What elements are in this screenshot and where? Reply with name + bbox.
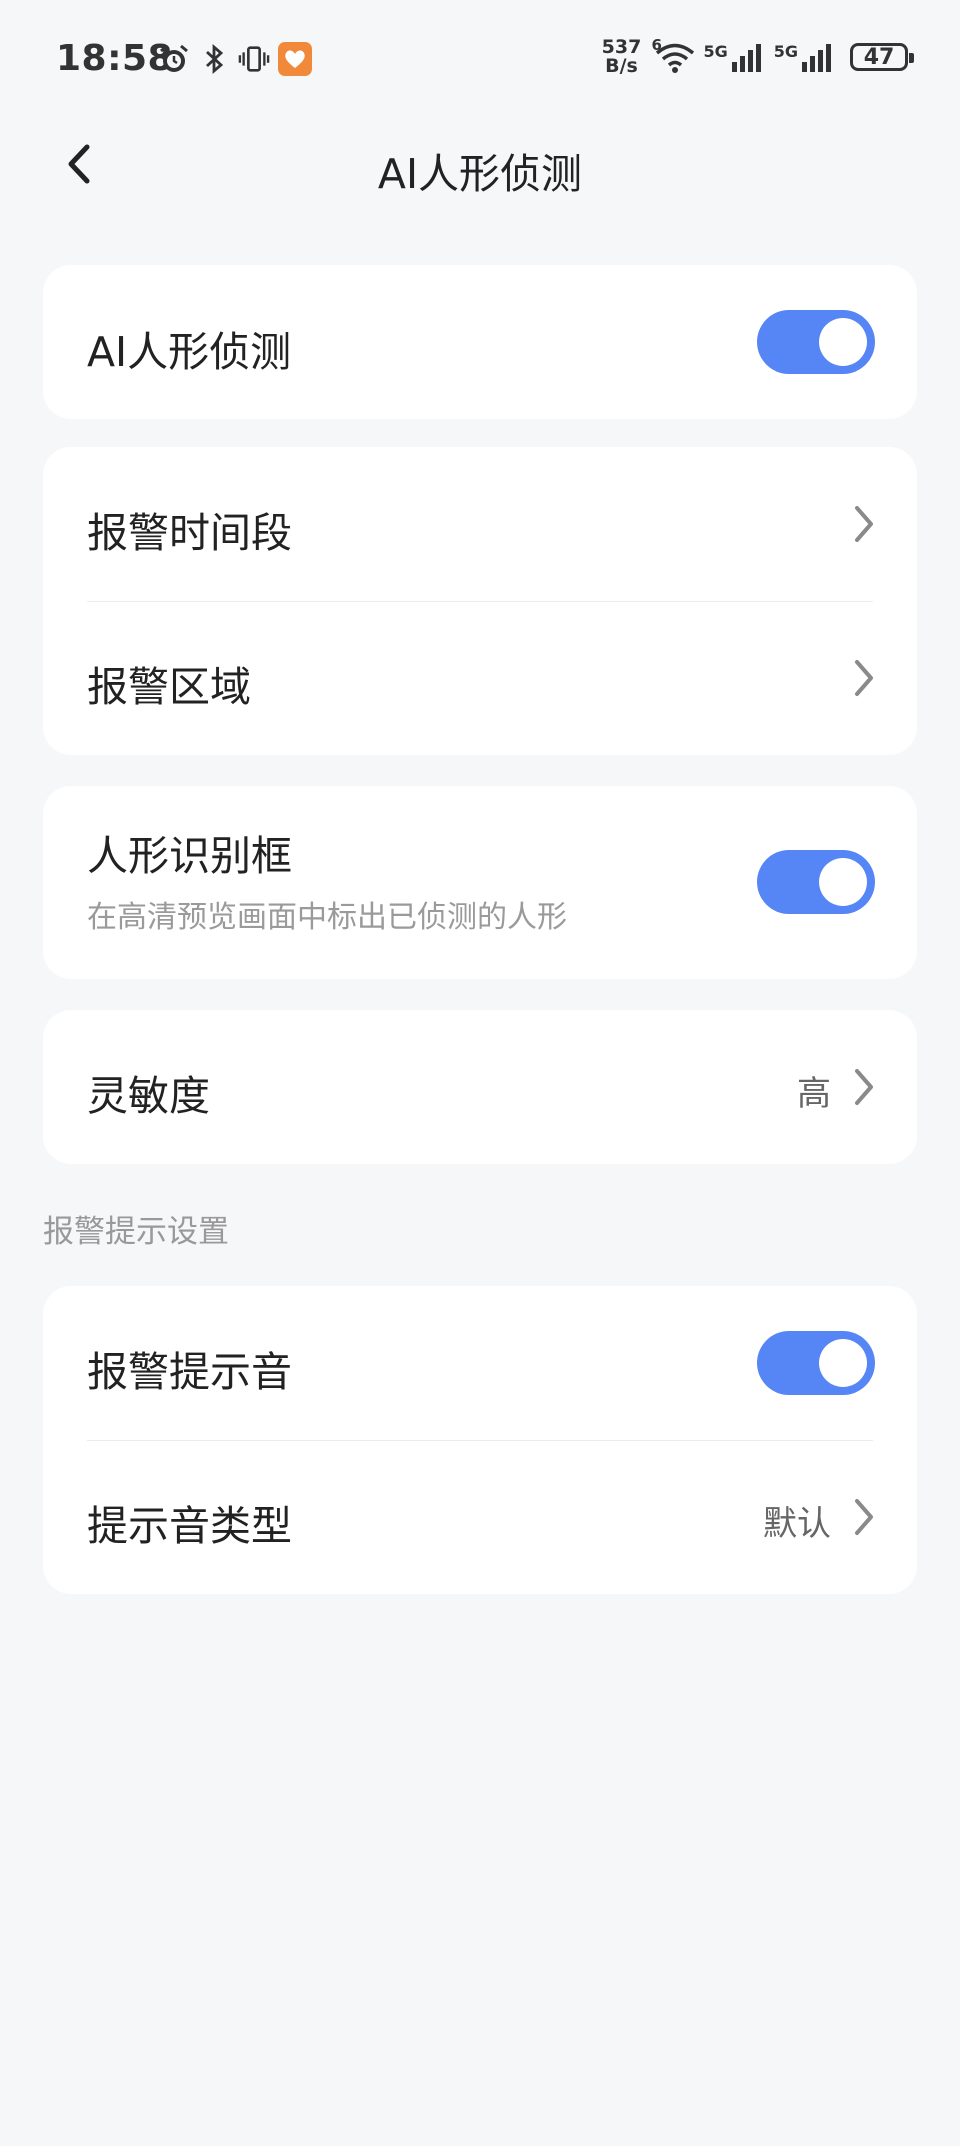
alarm-area-label: 报警区域 bbox=[87, 663, 251, 711]
section-label-alert-settings: 报警提示设置 bbox=[43, 1214, 229, 1250]
row-sensitivity[interactable]: 灵敏度 高 bbox=[43, 1010, 917, 1164]
detection-box-toggle[interactable] bbox=[757, 850, 875, 914]
chevron-right-icon bbox=[849, 1497, 879, 1537]
sensitivity-label: 灵敏度 bbox=[87, 1072, 210, 1120]
status-time: 18:58 bbox=[56, 38, 174, 79]
alarm-icon bbox=[158, 43, 190, 75]
row-alarm-time-period[interactable]: 报警时间段 bbox=[43, 447, 917, 601]
signal-icon: 5G bbox=[774, 42, 836, 72]
sound-type-label: 提示音类型 bbox=[87, 1502, 292, 1550]
chevron-right-icon bbox=[849, 504, 879, 544]
alarm-time-period-label: 报警时间段 bbox=[87, 509, 292, 557]
card-alarm-settings: 报警时间段 报警区域 bbox=[43, 447, 917, 755]
sensitivity-value: 高 bbox=[797, 1074, 831, 1114]
page-title: AI人形侦测 bbox=[377, 150, 583, 198]
card-detection-box: 人形识别框 在高清预览画面中标出已侦测的人形 bbox=[43, 786, 917, 979]
detection-box-label: 人形识别框 bbox=[87, 832, 292, 880]
row-detection-box: 人形识别框 在高清预览画面中标出已侦测的人形 bbox=[43, 786, 917, 979]
card-sensitivity: 灵敏度 高 bbox=[43, 1010, 917, 1164]
vibrate-icon bbox=[238, 43, 270, 75]
row-sound-type[interactable]: 提示音类型 默认 bbox=[43, 1440, 917, 1594]
ai-detection-toggle[interactable] bbox=[757, 310, 875, 374]
detection-box-subtitle: 在高清预览画面中标出已侦测的人形 bbox=[87, 900, 567, 935]
sound-type-value: 默认 bbox=[763, 1504, 831, 1544]
card-ai-detection: AI人形侦测 bbox=[43, 265, 917, 419]
wifi-icon: 6 bbox=[651, 36, 695, 74]
status-bar: 18:58 537 B/s 6 5G 5G 47 bbox=[0, 0, 960, 120]
row-ai-detection: AI人形侦测 bbox=[43, 265, 917, 419]
status-icons-right: 537 B/s 6 5G 5G 47 bbox=[599, 36, 914, 77]
header: AI人形侦测 bbox=[0, 120, 960, 210]
card-alert-sound: 报警提示音 提示音类型 默认 bbox=[43, 1286, 917, 1594]
bluetooth-icon bbox=[198, 43, 230, 75]
chevron-right-icon bbox=[849, 658, 879, 698]
toggle-knob bbox=[819, 1339, 867, 1387]
battery-icon: 47 bbox=[850, 43, 914, 71]
chevron-right-icon bbox=[849, 1067, 879, 1107]
alert-sound-label: 报警提示音 bbox=[87, 1348, 292, 1396]
row-alert-sound: 报警提示音 bbox=[43, 1286, 917, 1440]
row-alarm-area[interactable]: 报警区域 bbox=[43, 601, 917, 755]
ai-detection-label: AI人形侦测 bbox=[87, 328, 292, 376]
app-heart-icon bbox=[278, 42, 312, 76]
network-speed: 537 B/s bbox=[601, 36, 642, 77]
signal-icon: 5G bbox=[703, 42, 765, 72]
status-icons-left bbox=[158, 42, 312, 76]
toggle-knob bbox=[819, 318, 867, 366]
toggle-knob bbox=[819, 858, 867, 906]
alert-sound-toggle[interactable] bbox=[757, 1331, 875, 1395]
